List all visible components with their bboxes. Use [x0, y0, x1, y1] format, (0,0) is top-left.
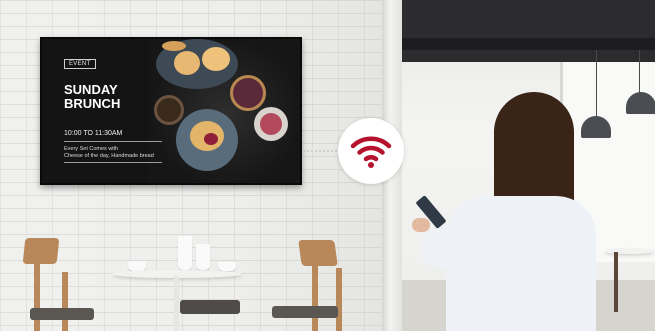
event-time: 10:00 TO 11:30AM [64, 130, 123, 137]
divider [64, 141, 162, 142]
event-badge: EVENT [64, 59, 96, 69]
connection-dots [304, 150, 340, 152]
person [446, 196, 596, 331]
promo-image: EVENT SUNDAY BRUNCH 10:00 TO 11:30AM Eve… [0, 0, 655, 331]
wifi-badge [338, 118, 404, 184]
ceiling [400, 0, 655, 62]
signage-title: SUNDAY BRUNCH [64, 82, 121, 111]
pendant-lamp [626, 92, 655, 114]
event-description: Every Set Comes with Cheese of the day, … [64, 146, 154, 159]
wifi-icon [350, 136, 392, 168]
signage-display: EVENT SUNDAY BRUNCH 10:00 TO 11:30AM Eve… [40, 37, 302, 185]
divider [64, 162, 162, 163]
ceiling-beam [400, 38, 655, 50]
brunch-photo [150, 39, 300, 183]
pendant-lamp [581, 116, 611, 138]
